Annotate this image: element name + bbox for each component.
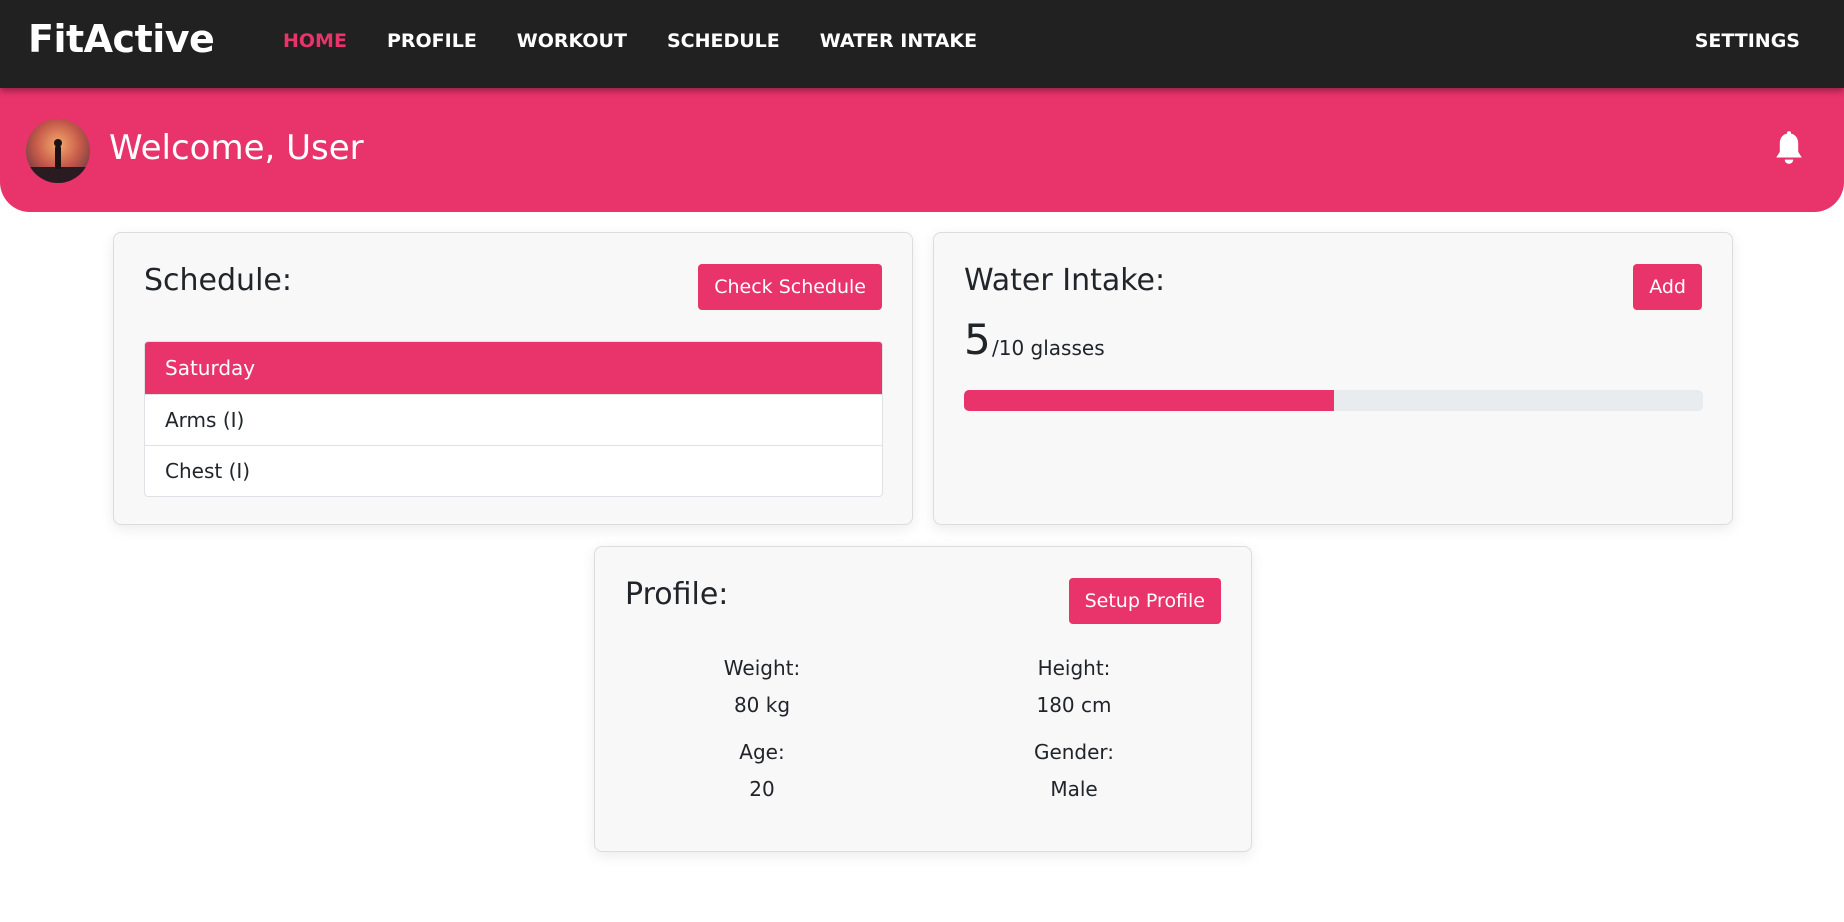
setup-profile-button[interactable]: Setup Profile	[1068, 578, 1221, 624]
height-value: 180 cm	[1036, 693, 1112, 717]
list-item[interactable]: Arms (I)	[145, 394, 882, 445]
schedule-title: Schedule:	[144, 263, 292, 298]
nav-home[interactable]: HOME	[283, 30, 347, 52]
schedule-list: Saturday Arms (I) Chest (I)	[144, 341, 883, 497]
gender-label: Gender:	[1033, 740, 1115, 764]
profile-card: Profile: Setup Profile Weight: 80 kg Hei…	[594, 546, 1252, 852]
nav-links: HOME PROFILE WORKOUT SCHEDULE WATER INTA…	[283, 30, 1017, 52]
profile-title: Profile:	[625, 577, 729, 612]
age-value: 20	[749, 777, 775, 801]
user-avatar[interactable]	[26, 119, 90, 183]
nav-schedule[interactable]: SCHEDULE	[667, 30, 780, 52]
avatar-figure	[55, 145, 61, 169]
schedule-card: Schedule: Check Schedule Saturday Arms (…	[113, 232, 913, 525]
water-goal-label: /10 glasses	[992, 336, 1105, 360]
water-progress-bar	[964, 390, 1703, 411]
age-label: Age:	[739, 740, 785, 764]
bell-icon[interactable]	[1772, 130, 1806, 168]
welcome-banner: Welcome, User	[0, 88, 1844, 212]
water-count: 5	[964, 315, 991, 364]
nav-profile[interactable]: PROFILE	[387, 30, 477, 52]
nav-settings[interactable]: SETTINGS	[1695, 30, 1800, 52]
weight-value: 80 kg	[733, 693, 791, 717]
top-navbar: FitActive HOME PROFILE WORKOUT SCHEDULE …	[0, 0, 1844, 88]
weight-label: Weight:	[723, 656, 801, 680]
water-progress-fill	[964, 390, 1334, 411]
schedule-day-header: Saturday	[145, 342, 882, 394]
nav-workout[interactable]: WORKOUT	[517, 30, 627, 52]
add-water-button[interactable]: Add	[1633, 264, 1702, 310]
check-schedule-button[interactable]: Check Schedule	[698, 264, 882, 310]
water-intake-card: Water Intake: Add 5 /10 glasses	[933, 232, 1733, 525]
gender-value: Male	[1050, 777, 1098, 801]
nav-water-intake[interactable]: WATER INTAKE	[820, 30, 977, 52]
height-label: Height:	[1037, 656, 1111, 680]
avatar-ground	[26, 167, 90, 183]
brand-logo[interactable]: FitActive	[28, 17, 215, 61]
list-item[interactable]: Chest (I)	[145, 445, 882, 496]
welcome-message: Welcome, User	[109, 128, 364, 168]
water-intake-title: Water Intake:	[964, 263, 1166, 298]
